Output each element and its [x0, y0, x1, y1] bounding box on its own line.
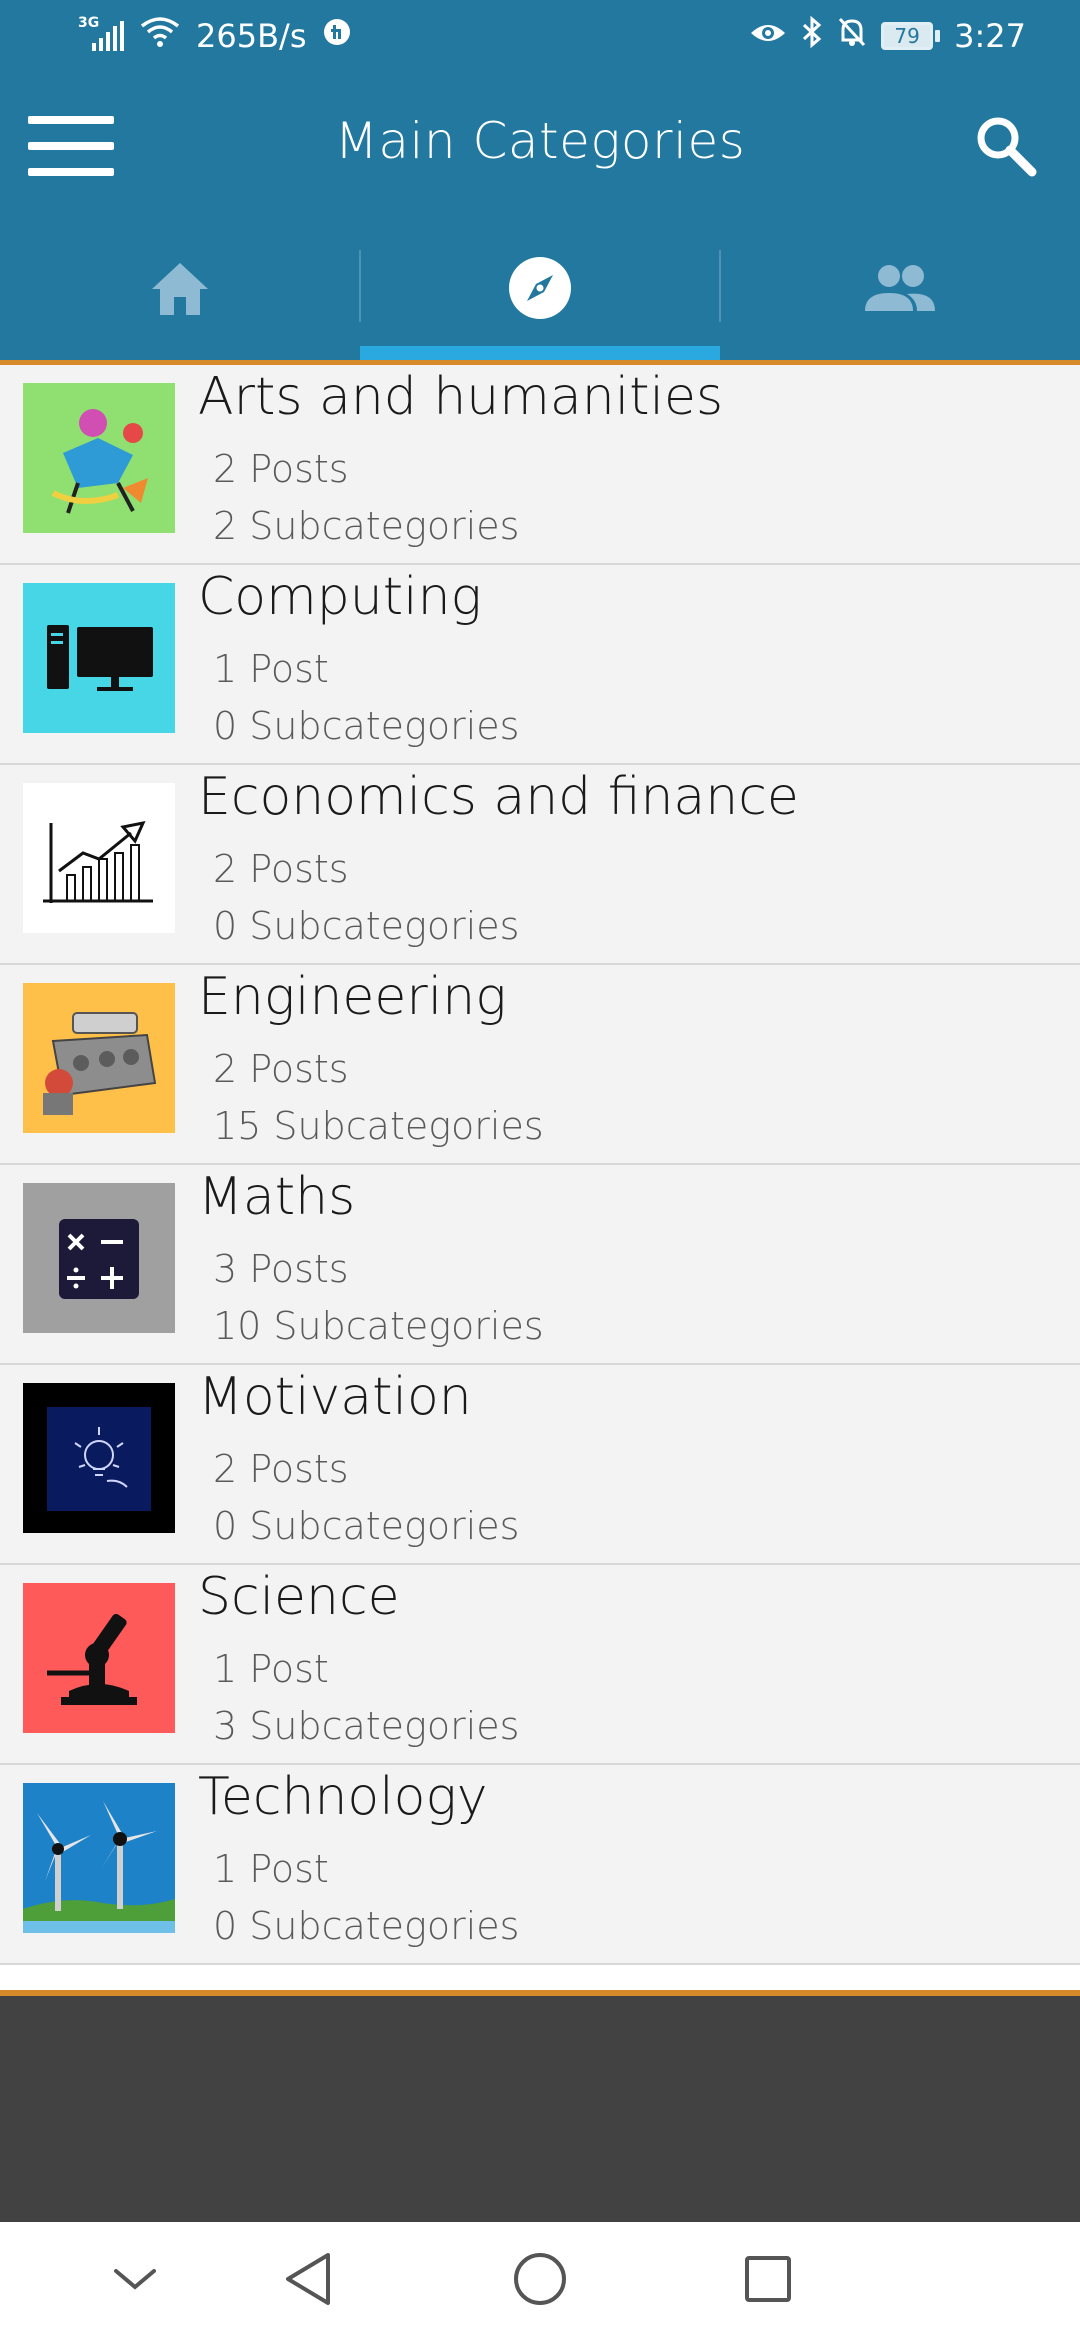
battery-icon: 79 — [881, 22, 941, 50]
subcategory-count: 10 Subcategories — [213, 1304, 544, 1348]
subcategory-count: 2 Subcategories — [213, 504, 520, 548]
post-count: 1 Post — [213, 1847, 329, 1891]
category-title: Computing — [198, 567, 482, 627]
list-item-technology[interactable]: Technology 1 Post 0 Subcategories — [0, 1765, 1080, 1965]
signal-icon: 3G — [78, 15, 124, 51]
list-item-economics[interactable]: Economics and finance 2 Posts 0 Subcateg… — [0, 765, 1080, 965]
category-title: Technology — [198, 1767, 488, 1827]
eye-icon — [749, 17, 787, 55]
recents-button[interactable] — [733, 2246, 803, 2316]
clock: 3:27 — [954, 17, 1026, 55]
technology-thumbnail — [23, 1783, 175, 1933]
category-title: Maths — [198, 1167, 356, 1227]
battery-level: 79 — [894, 24, 920, 48]
category-title: Arts and humanities — [198, 367, 724, 427]
app-notification-icon — [322, 17, 352, 55]
app-header: 3G 265B/s 79 3:27 Main Categories — [0, 0, 1080, 360]
list-item-arts[interactable]: Arts and humanities 2 Posts 2 Subcategor… — [0, 365, 1080, 565]
economics-thumbnail — [23, 783, 175, 933]
home-button[interactable] — [505, 2246, 575, 2316]
chevron-down-icon — [112, 2265, 158, 2297]
system-nav-bar — [0, 2222, 1080, 2340]
people-icon — [863, 263, 937, 317]
back-triangle-icon — [282, 2251, 334, 2311]
subcategory-count: 0 Subcategories — [213, 904, 520, 948]
collapse-button[interactable] — [100, 2246, 170, 2316]
maths-thumbnail — [23, 1183, 175, 1333]
subcategory-count: 3 Subcategories — [213, 1704, 520, 1748]
network-type: 3G — [78, 15, 100, 31]
post-count: 1 Post — [213, 647, 329, 691]
category-title: Engineering — [198, 967, 507, 1027]
science-thumbnail — [23, 1583, 175, 1733]
arts-thumbnail — [23, 383, 175, 533]
engineering-thumbnail — [23, 983, 175, 1133]
list-footer-space — [0, 1965, 1080, 1990]
post-count: 2 Posts — [213, 1047, 349, 1091]
category-title: Science — [198, 1567, 400, 1627]
subcategory-count: 0 Subcategories — [213, 1904, 520, 1948]
recents-square-icon — [743, 2254, 793, 2308]
status-bar: 3G 265B/s 79 3:27 — [0, 0, 1080, 72]
subcategory-count: 0 Subcategories — [213, 1504, 520, 1548]
compass-icon — [507, 255, 573, 325]
list-item-motivation[interactable]: Motivation 2 Posts 0 Subcategories — [0, 1365, 1080, 1565]
tab-divider — [359, 250, 361, 322]
subcategory-count: 15 Subcategories — [213, 1104, 544, 1148]
wifi-icon — [140, 16, 180, 56]
list-item-science[interactable]: Science 1 Post 3 Subcategories — [0, 1565, 1080, 1765]
post-count: 1 Post — [213, 1647, 329, 1691]
category-title: Motivation — [198, 1367, 472, 1427]
post-count: 2 Posts — [213, 1447, 349, 1491]
computing-thumbnail — [23, 583, 175, 733]
back-button[interactable] — [273, 2246, 343, 2316]
search-icon[interactable] — [972, 112, 1040, 180]
bluetooth-icon — [801, 15, 823, 56]
home-icon — [148, 259, 212, 321]
list-item-maths[interactable]: Maths 3 Posts 10 Subcategories — [0, 1165, 1080, 1365]
tab-explore[interactable] — [360, 220, 720, 360]
motivation-thumbnail — [23, 1383, 175, 1533]
list-item-computing[interactable]: Computing 1 Post 0 Subcategories — [0, 565, 1080, 765]
subcategory-count: 0 Subcategories — [213, 704, 520, 748]
home-circle-icon — [512, 2251, 568, 2311]
tab-bar — [0, 220, 1080, 360]
category-list: Arts and humanities 2 Posts 2 Subcategor… — [0, 365, 1080, 1990]
post-count: 3 Posts — [213, 1247, 349, 1291]
post-count: 2 Posts — [213, 447, 349, 491]
tab-people[interactable] — [720, 220, 1080, 360]
list-item-engineering[interactable]: Engineering 2 Posts 15 Subcategories — [0, 965, 1080, 1165]
network-speed: 265B/s — [196, 17, 307, 55]
app-bar: Main Categories — [0, 72, 1080, 220]
mute-bell-icon — [837, 16, 867, 56]
bottom-panel — [0, 1996, 1080, 2222]
post-count: 2 Posts — [213, 847, 349, 891]
page-title: Main Categories — [334, 112, 746, 170]
tab-indicator — [360, 346, 720, 360]
tab-divider — [719, 250, 721, 322]
tab-home[interactable] — [0, 220, 360, 360]
category-title: Economics and finance — [198, 767, 799, 827]
